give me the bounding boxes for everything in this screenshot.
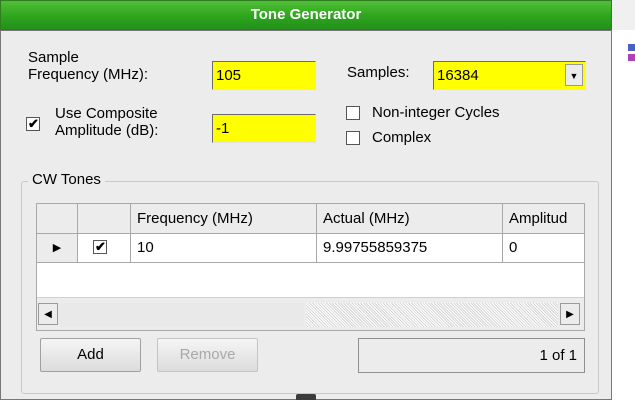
use-composite-checkbox[interactable]: ✔ [26,116,40,131]
complex-checkbox[interactable] [346,131,360,145]
samples-label: Samples: [347,64,410,81]
table-cell-amplitude[interactable]: 0 [503,234,584,263]
sample-frequency-input[interactable]: 105 [212,61,316,90]
actual-column-header[interactable]: Actual (MHz) [317,204,503,234]
scrollbar-track[interactable] [306,303,558,327]
check-icon: ✔ [95,239,106,254]
window-title: Tone Generator [250,6,362,23]
table-cell-frequency[interactable]: 10 [131,234,317,263]
composite-amplitude-input[interactable]: -1 [212,114,316,143]
complex-label: Complex [372,129,432,146]
table-row-header[interactable]: ▶ [37,234,78,263]
cw-tones-table: Frequency (MHz) Actual (MHz) Amplitud ▶ … [36,203,585,331]
chevron-down-icon[interactable]: ▼ [565,64,583,86]
table-cell-actual[interactable]: 9.99755859375 [317,234,503,263]
samples-dropdown[interactable]: 16384 ▼ [433,61,586,90]
window-title-bar: Tone Generator [0,0,612,30]
add-button[interactable]: Add [40,338,141,372]
amplitude-column-header[interactable]: Amplitud [503,204,584,234]
non-integer-cycles-label: Non-integer Cycles [372,104,500,121]
use-composite-label-line2: Amplitude (dB): [55,122,159,139]
sample-frequency-label-line1: Sample [28,49,79,66]
use-composite-label-line1: Use Composite [55,105,158,122]
samples-value: 16384 [437,67,479,84]
enabled-column-header[interactable] [78,204,131,234]
record-count-status: 1 of 1 [358,338,585,373]
row-enabled-checkbox[interactable]: ✔ [93,239,107,254]
table-cell-enabled[interactable]: ✔ [78,234,131,263]
title-bar-right-area [612,0,635,30]
row-pointer-icon: ▶ [52,242,62,254]
side-strip [612,30,635,400]
frequency-column-header[interactable]: Frequency (MHz) [131,204,317,234]
scrollbar-thumb[interactable] [59,303,304,327]
row-header-corner [37,204,78,234]
magenta-marker-icon [628,54,635,61]
check-icon: ✔ [28,116,39,131]
remove-button[interactable]: Remove [157,338,258,372]
sample-frequency-label-line2: Frequency (MHz): [28,66,149,83]
scroll-left-icon[interactable]: ◀ [38,303,58,325]
scroll-right-icon[interactable]: ▶ [560,303,580,325]
blue-marker-icon [628,44,635,51]
horizontal-scrollbar[interactable]: ◀ ▶ [37,297,584,330]
non-integer-cycles-checkbox[interactable] [346,106,360,120]
resize-handle-icon[interactable] [296,394,316,400]
cw-tones-title: CW Tones [28,171,105,189]
